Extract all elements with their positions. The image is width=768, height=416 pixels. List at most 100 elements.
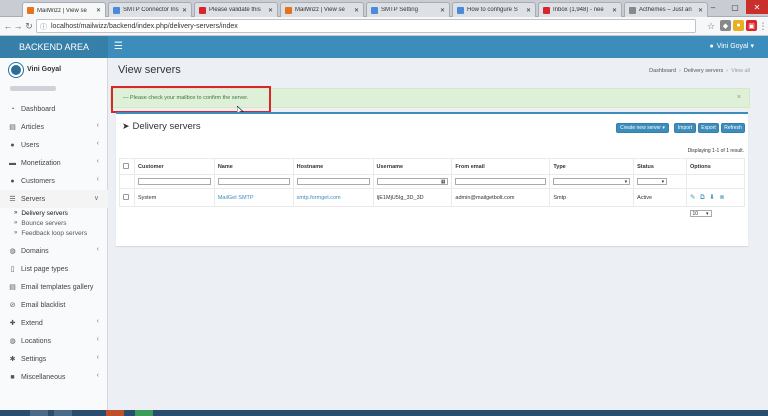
sidebar-item[interactable]: ◍ Locations ‹ <box>0 332 108 350</box>
sidebar-item[interactable]: ▬ Monetization ‹ <box>0 154 108 172</box>
send-icon: ➤ <box>122 121 130 131</box>
double-chevron-icon: » <box>14 220 18 226</box>
page-size-select[interactable]: 10 ▾ <box>689 210 712 218</box>
extension-icon[interactable]: ▣ <box>746 20 757 31</box>
column-header[interactable]: Status <box>633 158 688 175</box>
star-icon[interactable]: ☆ <box>705 20 717 32</box>
sidebar-item[interactable]: ▤ Articles ‹ <box>0 118 108 136</box>
chevron-left-icon: ‹ <box>96 246 99 253</box>
column-header[interactable]: Type <box>549 158 635 175</box>
close-icon[interactable]: × <box>737 94 741 101</box>
sidebar-item[interactable]: ● Users ‹ <box>0 136 108 154</box>
sidebar-item[interactable]: ☰ Servers ∨ <box>0 190 108 208</box>
customer-filter-input[interactable] <box>137 178 211 185</box>
sidebar-item-label: Users <box>21 141 40 149</box>
taskbar-item[interactable] <box>54 410 72 416</box>
sidebar-item[interactable]: ■ Miscellaneous ‹ <box>0 368 108 386</box>
browser-tab[interactable]: SMTP Setting ✕ <box>366 2 450 17</box>
sidebar-item[interactable]: ◔ Dashboard <box>0 100 108 118</box>
globe-icon: ◍ <box>9 338 16 345</box>
tab-label: Acthemes – Just an <box>639 7 692 13</box>
sidebar-item[interactable]: ✚ Extend ‹ <box>0 314 108 332</box>
column-header[interactable]: Username <box>372 158 453 175</box>
tab-close-icon[interactable]: ✕ <box>698 7 703 14</box>
sidebar-toggle-icon[interactable]: ☰ <box>114 41 126 53</box>
copy-icon[interactable]: ⧉ <box>700 194 705 202</box>
browser-tab[interactable]: MailWizz | View se ✕ <box>280 2 364 17</box>
maximize-button[interactable]: ▢ <box>724 0 746 14</box>
export-button[interactable]: Export <box>698 123 719 133</box>
breadcrumb-dashboard[interactable]: Dashboard <box>649 68 676 74</box>
extension-icon[interactable]: ◆ <box>720 20 731 31</box>
cell-name-link[interactable]: MailGet SMTP <box>213 188 294 207</box>
breadcrumb-delivery-servers[interactable]: Delivery servers <box>684 68 723 74</box>
refresh-button[interactable]: Refresh <box>721 123 745 133</box>
chevron-left-icon: ‹ <box>96 336 99 343</box>
tab-close-icon[interactable]: ✕ <box>268 7 273 14</box>
browser-tab[interactable]: Please validate this ✕ <box>194 2 278 17</box>
column-header[interactable]: Customer <box>133 158 215 175</box>
delete-icon[interactable]: ⊗ <box>719 193 724 201</box>
caret-down-icon: ▾ <box>706 210 709 217</box>
user-menu[interactable]: ● Vini Goyal ▾ <box>709 42 754 51</box>
tab-close-icon[interactable]: ✕ <box>354 7 359 14</box>
browser-tab[interactable]: MailWizz | View se ✕ <box>22 2 106 18</box>
sidebar-item-label: Monetization <box>21 159 61 167</box>
sidebar-item[interactable]: ⊘ Email blacklist <box>0 296 108 314</box>
import-button[interactable]: Import <box>674 123 696 133</box>
browser-tab[interactable]: How to configure S ✕ <box>452 2 536 17</box>
browser-tab[interactable]: SMTP Connector Ins ✕ <box>108 2 192 17</box>
browser-toolbar: ← → ↻ ⓘ localhost/mailwizz/backend/index… <box>0 17 768 36</box>
extension-icon[interactable]: ● <box>733 20 744 31</box>
taskbar-item[interactable] <box>30 410 48 416</box>
sidebar-subitem[interactable]: » Delivery servers <box>0 208 108 218</box>
create-new-server-button[interactable]: Create new server ▾ <box>616 123 669 133</box>
sidebar-item[interactable]: ▤ Email templates gallery <box>0 278 108 296</box>
name-filter-input[interactable] <box>217 178 290 185</box>
type-filter-select[interactable]: ▾ <box>553 178 631 185</box>
select-all-checkbox[interactable] <box>123 162 129 169</box>
tab-close-icon[interactable]: ✕ <box>182 7 187 14</box>
sidebar-subitem[interactable]: » Feedback loop servers <box>0 228 108 238</box>
cell-hostname-link[interactable]: smtp.formget.com <box>292 188 374 207</box>
sidebar-subitem[interactable]: » Bounce servers <box>0 218 108 228</box>
sidebar-item[interactable]: ✱ Settings ‹ <box>0 350 108 368</box>
close-window-button[interactable]: ✕ <box>746 0 768 14</box>
logo[interactable]: BACKEND AREA <box>0 36 108 58</box>
row-checkbox[interactable] <box>123 193 129 200</box>
from-email-filter-input[interactable] <box>455 178 547 185</box>
column-header[interactable]: From email <box>451 158 551 175</box>
book-icon: ▤ <box>9 124 16 131</box>
column-header[interactable]: Name <box>213 158 294 175</box>
address-bar[interactable]: ⓘ localhost/mailwizz/backend/index.php/d… <box>36 19 696 33</box>
cell-status: Active <box>633 188 688 207</box>
sidebar-item-label: Servers <box>21 195 46 203</box>
taskbar-item[interactable] <box>106 410 124 416</box>
username-filter-input[interactable]: ▦ <box>376 178 449 185</box>
reload-icon[interactable]: ↻ <box>23 20 35 32</box>
page-title: View servers <box>118 64 181 76</box>
menu-icon[interactable]: ⋮ <box>757 20 768 32</box>
sidebar-item[interactable]: ▯ List page types <box>0 260 108 278</box>
os-taskbar <box>0 410 768 416</box>
sidebar-item-label: Email templates gallery <box>21 283 94 291</box>
edit-icon[interactable]: ✎ <box>690 193 695 201</box>
hostname-filter-input[interactable] <box>296 178 370 185</box>
download-icon[interactable]: ⬇ <box>709 193 714 201</box>
tab-close-icon[interactable]: ✕ <box>612 7 617 14</box>
box-title: ➤ Delivery servers <box>122 121 201 132</box>
avatar <box>9 63 23 77</box>
browser-tab[interactable]: Acthemes – Just an ✕ <box>624 2 708 17</box>
status-filter-select[interactable]: ▾ <box>637 178 668 185</box>
tab-favicon-icon <box>457 6 464 14</box>
tab-close-icon[interactable]: ✕ <box>440 7 445 14</box>
column-header[interactable]: Hostname <box>292 158 374 175</box>
sidebar-item[interactable]: ● Customers ‹ <box>0 172 108 190</box>
sidebar-item[interactable]: ◍ Domains ‹ <box>0 242 108 260</box>
taskbar-item[interactable] <box>135 410 153 416</box>
customers-icon: ● <box>10 177 15 185</box>
browser-tab[interactable]: Inbox (1,948) - nee ✕ <box>538 2 622 17</box>
tab-close-icon[interactable]: ✕ <box>526 7 531 14</box>
sidebar-item-label: Email blacklist <box>21 301 66 309</box>
tab-close-icon[interactable]: ✕ <box>96 7 101 14</box>
